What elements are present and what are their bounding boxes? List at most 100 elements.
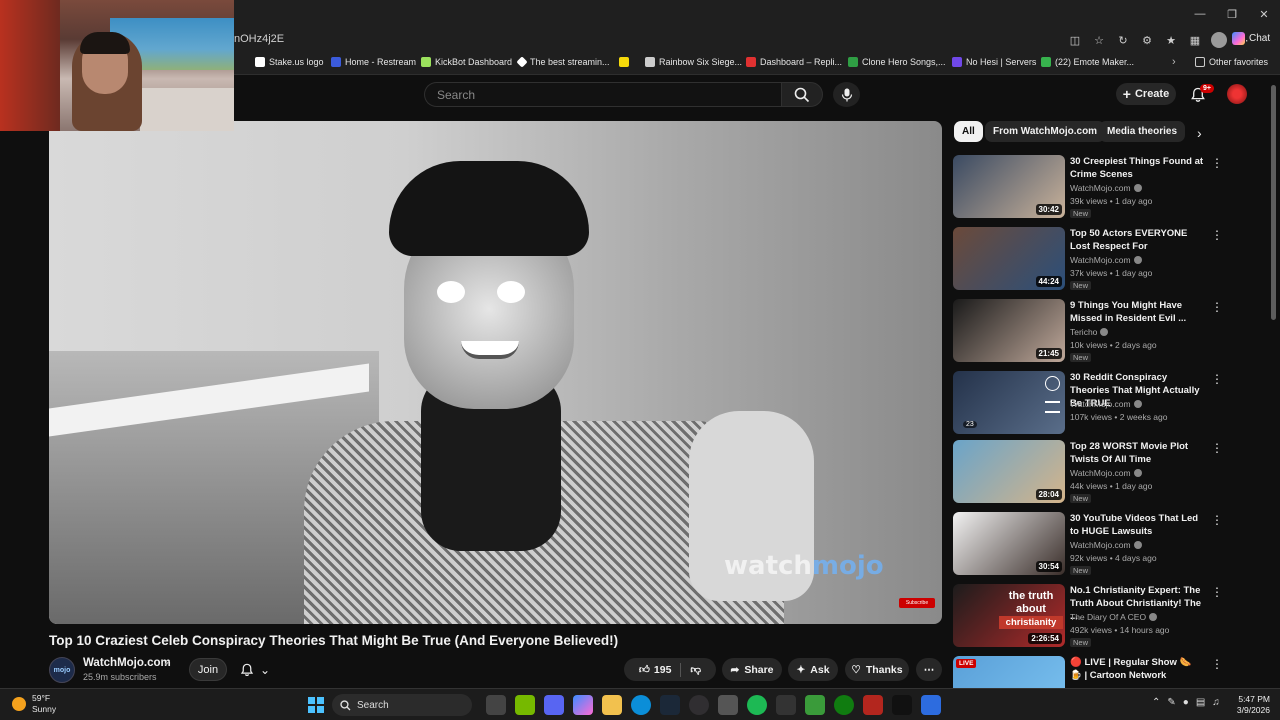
copilot-icon[interactable] — [573, 695, 593, 715]
collections-icon[interactable]: ▦ — [1186, 31, 1204, 49]
recommendation-item[interactable]: 23 30 Reddit Conspiracy Theories That Mig… — [953, 371, 1223, 435]
chip-media-theories[interactable]: Media theories — [1099, 121, 1186, 142]
search-button[interactable] — [781, 82, 823, 107]
page-scrollbar[interactable] — [1270, 75, 1278, 684]
taskbar-clock[interactable]: 5:47 PM 3/9/2026 — [1228, 694, 1270, 716]
network-icon[interactable]: ▤ — [1196, 697, 1205, 708]
recommendation-title[interactable]: 30 YouTube Videos That Led to HUGE Lawsu… — [1070, 512, 1205, 538]
bookmark-kickbot[interactable]: KickBot Dashboard — [421, 57, 512, 67]
like-button[interactable]: 👍︎ 195 — [639, 663, 672, 677]
recommendation-item[interactable]: 30:54 30 YouTube Videos That Led to HUGE … — [953, 512, 1223, 576]
recommendation-channel[interactable]: The Diary Of A CEO — [1070, 612, 1158, 622]
account-avatar[interactable] — [1227, 84, 1247, 104]
xbox-icon[interactable] — [834, 695, 854, 715]
share-button[interactable]: ➦ Share — [722, 658, 782, 681]
channel-avatar[interactable]: mojo — [49, 657, 75, 683]
bookmark-streaming[interactable]: The best streamin... — [516, 56, 610, 68]
video-thumbnail[interactable]: 30:42 — [953, 155, 1065, 218]
url-field[interactable]: nOHz4j2E — [228, 30, 1078, 51]
recommendation-title[interactable]: 30 Creepiest Things Found at Crime Scene… — [1070, 155, 1205, 181]
thanks-button[interactable]: ♡ Thanks — [845, 658, 909, 681]
steam-icon[interactable] — [660, 695, 680, 715]
spotify-icon[interactable] — [747, 695, 767, 715]
recommendation-channel[interactable]: WatchMojo.com — [1070, 468, 1142, 478]
profile-avatar[interactable] — [1210, 31, 1228, 49]
bookmark-replit[interactable]: Dashboard – Repli... — [746, 57, 842, 67]
more-vertical-icon[interactable]: ⋮ — [1211, 657, 1223, 671]
video-thumbnail[interactable]: 23 — [953, 371, 1065, 434]
bookmark-yellow[interactable] — [619, 57, 629, 67]
scrollbar-thumb[interactable] — [1271, 85, 1276, 320]
video-thumbnail[interactable]: 28:04 — [953, 440, 1065, 503]
capcut-icon[interactable] — [892, 695, 912, 715]
recommendation-item[interactable]: 28:04 Top 28 WORST Movie Plot Twists Of A… — [953, 440, 1223, 504]
create-button[interactable]: + Create — [1116, 83, 1176, 105]
obs-icon[interactable] — [689, 695, 709, 715]
add-to-queue-icon[interactable] — [1045, 401, 1060, 413]
blue-window-icon[interactable] — [921, 695, 941, 715]
recommendation-title[interactable]: Top 50 Actors EVERYONE Lost Respect For — [1070, 227, 1205, 253]
ask-button[interactable]: ✦ Ask — [788, 658, 838, 681]
minimize-button[interactable]: — — [1184, 0, 1216, 28]
join-button[interactable]: Join — [189, 658, 227, 681]
file-explorer-icon[interactable] — [602, 695, 622, 715]
recommendation-channel[interactable]: WatchMojo.com — [1070, 255, 1142, 265]
restore-button[interactable]: ❐ — [1216, 0, 1248, 28]
chip-from-watchmojo[interactable]: From WatchMojo.com — [985, 121, 1106, 142]
chip-all[interactable]: All — [954, 121, 983, 142]
more-vertical-icon[interactable]: ⋮ — [1211, 156, 1223, 170]
url-text[interactable]: nOHz4j2E — [234, 33, 284, 45]
nvidia-icon[interactable] — [515, 695, 535, 715]
more-vertical-icon[interactable]: ⋮ — [1211, 441, 1223, 455]
red-app-icon[interactable] — [863, 695, 883, 715]
recommendation-channel[interactable]: WatchMojo.com — [1070, 183, 1142, 193]
weather-widget[interactable]: 59°F Sunny — [12, 693, 56, 715]
recommendation-channel[interactable]: Tericho — [1070, 327, 1109, 337]
recommendation-title[interactable]: Top 28 WORST Movie Plot Twists Of All Ti… — [1070, 440, 1205, 466]
more-vertical-icon[interactable]: ⋮ — [1211, 513, 1223, 527]
more-vertical-icon[interactable]: ⋮ — [1211, 585, 1223, 599]
bookmark-no-hesi[interactable]: No Hesi | Servers — [952, 57, 1036, 67]
recommendation-title[interactable]: 9 Things You Might Have Missed in Reside… — [1070, 299, 1205, 325]
volume-icon[interactable]: ♫ — [1212, 697, 1220, 708]
video-thumbnail[interactable]: 2:26:54 the truth about christianity — [953, 584, 1065, 647]
bookmark-restream[interactable]: Home - Restream — [331, 57, 416, 67]
extensions-icon[interactable]: ⚙ — [1138, 31, 1156, 49]
video-player[interactable]: watchmojo Subscribe — [49, 121, 942, 624]
subscription-bell-button[interactable]: ⌄ — [236, 658, 286, 681]
recommendation-channel[interactable]: WatchMojo.com — [1070, 399, 1142, 409]
pen-icon[interactable]: ✎ — [1167, 697, 1175, 708]
bookmark-emote-maker[interactable]: (22) Emote Maker... — [1041, 57, 1134, 67]
close-button[interactable]: ✕ — [1248, 0, 1280, 28]
video-player-icon[interactable] — [776, 695, 796, 715]
recommendation-item[interactable]: 2:26:54 the truth about christianity No.1 Ch… — [953, 584, 1223, 648]
settings-gear-icon[interactable] — [718, 695, 738, 715]
recommendation-channel[interactable]: WatchMojo.com — [1070, 540, 1142, 550]
copilot-chat-button[interactable]: Chat — [1232, 32, 1270, 45]
search-input[interactable] — [425, 83, 781, 106]
windows-start-icon[interactable] — [308, 697, 324, 713]
watch-later-clock-icon[interactable] — [1045, 376, 1060, 391]
channel-name[interactable]: WatchMojo.com — [83, 657, 171, 669]
split-screen-icon[interactable]: ◫ — [1066, 31, 1084, 49]
tray-overflow-chevron-icon[interactable]: ⌃ — [1152, 697, 1160, 708]
taskbar-search[interactable]: Search — [332, 694, 472, 716]
voice-search-button[interactable] — [833, 82, 860, 107]
recommendation-item[interactable]: 21:45 9 Things You Might Have Missed in R… — [953, 299, 1223, 363]
dislike-button[interactable]: 👎︎ — [690, 663, 701, 676]
subscribe-watermark-badge[interactable]: Subscribe — [899, 598, 935, 608]
bookmark-r6[interactable]: Rainbow Six Siege... — [645, 57, 742, 67]
recommendation-item[interactable]: 44:24 Top 50 Actors EVERYONE Lost Respect… — [953, 227, 1223, 291]
recommendation-item[interactable]: 30:42 30 Creepiest Things Found at Crime … — [953, 155, 1223, 219]
favorite-star-icon[interactable]: ☆ — [1090, 31, 1108, 49]
green-app-icon[interactable] — [805, 695, 825, 715]
more-vertical-icon[interactable]: ⋮ — [1211, 300, 1223, 314]
chevron-right-icon[interactable]: › — [1197, 125, 1202, 141]
more-vertical-icon[interactable]: ⋮ — [1211, 228, 1223, 242]
bookmark-clone-hero[interactable]: Clone Hero Songs,... — [848, 57, 946, 67]
discord-icon[interactable] — [544, 695, 564, 715]
microphone-icon[interactable]: ● — [1183, 697, 1189, 708]
favorites-icon[interactable]: ★ — [1162, 31, 1180, 49]
video-thumbnail[interactable]: 21:45 — [953, 299, 1065, 362]
search-box[interactable] — [424, 82, 781, 107]
